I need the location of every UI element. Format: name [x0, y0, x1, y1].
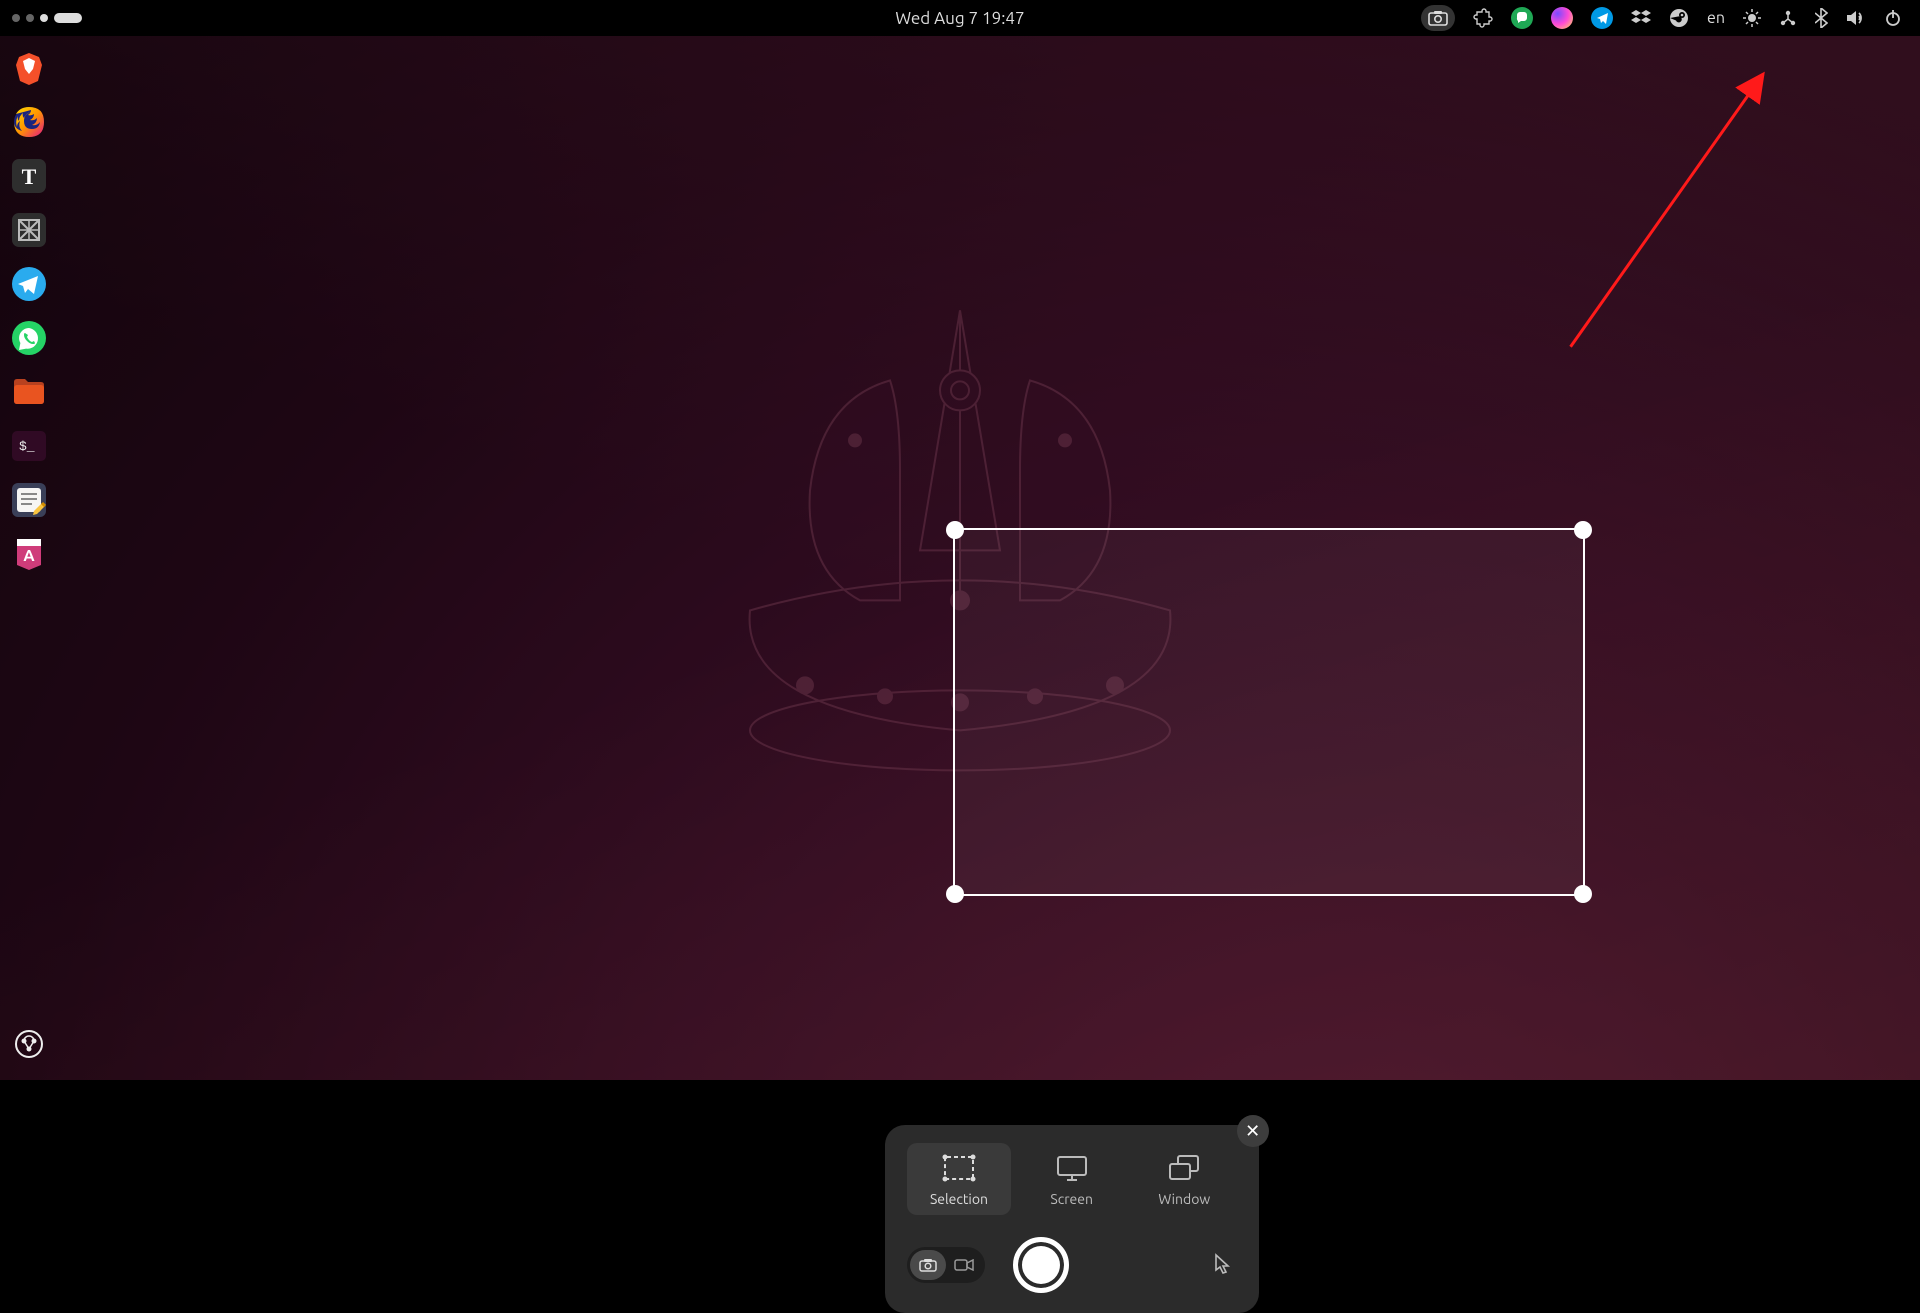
dock-boxes[interactable] [9, 210, 49, 250]
svg-text:A: A [23, 547, 35, 565]
mode-screen-label: Screen [1050, 1191, 1093, 1207]
capture-photo-option[interactable] [910, 1250, 946, 1280]
assistant-tray-icon[interactable] [1551, 7, 1573, 29]
dock-telegram[interactable] [9, 264, 49, 304]
keyboard-language-indicator[interactable]: en [1707, 9, 1725, 27]
activities-indicator[interactable] [0, 13, 82, 23]
dock-text-app[interactable]: T [9, 156, 49, 196]
dock-text-editor[interactable] [9, 480, 49, 520]
volume-icon[interactable] [1846, 10, 1866, 26]
capture-type-toggle [907, 1247, 985, 1283]
mode-window-label: Window [1158, 1191, 1210, 1207]
show-apps-button[interactable] [9, 1024, 49, 1064]
dock-brave[interactable] [9, 48, 49, 88]
top-menu-bar: Wed Aug 7 19:47 en [0, 0, 1920, 36]
bluetooth-icon[interactable] [1815, 8, 1828, 28]
dock-terminal[interactable]: $_ [9, 426, 49, 466]
telegram-tray-icon[interactable] [1591, 7, 1613, 29]
mode-selection[interactable]: Selection [907, 1143, 1012, 1215]
steam-tray-icon[interactable] [1669, 8, 1689, 28]
svg-text:$_: $_ [19, 439, 35, 454]
power-icon[interactable] [1884, 9, 1902, 27]
network-wired-icon[interactable] [1779, 9, 1797, 27]
mode-window[interactable]: Window [1132, 1143, 1237, 1215]
chat-tray-icon[interactable] [1511, 7, 1533, 29]
show-pointer-toggle[interactable] [1213, 1253, 1237, 1277]
dock: T $_ A [0, 36, 58, 1080]
extension-puzzle-icon[interactable] [1473, 8, 1493, 28]
dock-firefox[interactable] [9, 102, 49, 142]
screenshot-panel: ✕ Selection Screen Window [885, 1125, 1259, 1313]
screenshot-tray-icon[interactable] [1421, 5, 1455, 31]
mode-screen[interactable]: Screen [1019, 1143, 1124, 1215]
selection-handle-nw[interactable] [946, 521, 964, 539]
clock[interactable]: Wed Aug 7 19:47 [895, 9, 1024, 28]
video-icon [954, 1259, 974, 1271]
camera-icon [919, 1258, 937, 1272]
capture-video-option[interactable] [946, 1250, 982, 1280]
dock-files[interactable] [9, 372, 49, 412]
night-light-icon[interactable] [1743, 9, 1761, 27]
dock-whatsapp[interactable] [9, 318, 49, 358]
screenshot-selection-area[interactable] [953, 528, 1585, 896]
dock-software[interactable]: A [9, 534, 49, 574]
shutter-button[interactable] [1013, 1237, 1069, 1293]
svg-text:T: T [22, 164, 37, 189]
panel-close-button[interactable]: ✕ [1237, 1115, 1269, 1147]
dropbox-tray-icon[interactable] [1631, 9, 1651, 27]
mode-selection-label: Selection [930, 1191, 988, 1207]
